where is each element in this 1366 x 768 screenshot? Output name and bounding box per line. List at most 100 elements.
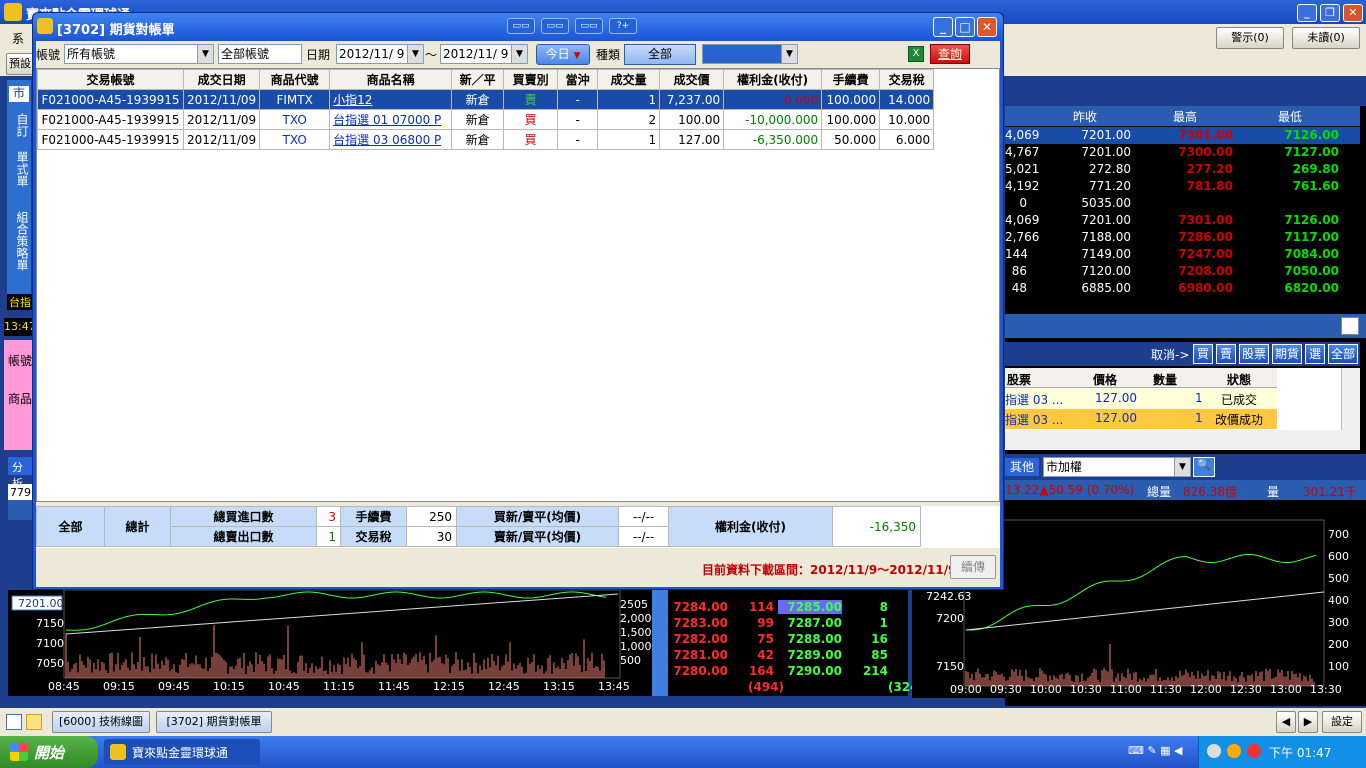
close-icon[interactable]: ✕ (1343, 4, 1363, 22)
continue-button[interactable]: 續傳 (950, 555, 996, 579)
depth-bid: 7280.00 (673, 664, 728, 678)
tab-taiex[interactable]: 台指 (7, 294, 32, 310)
minimize-icon[interactable]: _ (933, 17, 953, 37)
order-filter-button[interactable]: 期貨 (1272, 344, 1302, 364)
quote-row[interactable]: 4,069 7201.00 7301.00 7126.00 (1005, 212, 1360, 229)
col-header[interactable]: 交易帳號 (37, 69, 184, 90)
cell-name[interactable]: 台指選 01 07000 P (329, 109, 453, 130)
quote-row[interactable]: 48 6885.00 6980.00 6820.00 (1005, 280, 1360, 297)
table-row[interactable]: F021000-A45-1939915 2012/11/09 TXO 台指選 03 0… (37, 129, 935, 150)
start-button[interactable]: 開始 (0, 736, 98, 768)
col-header[interactable]: 新／平 (451, 69, 505, 90)
tile-icon[interactable]: ▭▭ (541, 18, 569, 34)
window-titlebar[interactable]: [3702] 期貨對帳單 ▭▭ ▭▭ ▭▭ ?+ _ □ ✕ (33, 13, 1003, 41)
cell-name[interactable]: 小指12 (329, 89, 453, 110)
quote-row[interactable]: 86 7120.00 7208.00 7050.00 (1005, 263, 1360, 280)
link-icon[interactable]: ▭▭ (575, 18, 603, 34)
layout-icon[interactable]: ▭▭ (507, 18, 535, 34)
quote-row[interactable]: 5,021 272.80 277.20 269.80 (1005, 161, 1360, 178)
cell-side: 買 (503, 109, 559, 130)
nav-single[interactable]: 單式單 (9, 146, 29, 192)
unread-button[interactable]: 未讀(0) (1292, 27, 1360, 49)
col-header[interactable]: 買賣別 (503, 69, 559, 90)
nav-combo[interactable]: 組合策略單 (9, 205, 29, 277)
nav-market[interactable]: 市 (9, 86, 29, 102)
quote-row[interactable]: 144 7149.00 7247.00 7084.00 (1005, 246, 1360, 263)
close-icon[interactable]: ✕ (977, 17, 997, 37)
index-select[interactable]: 市加權 ▼ (1043, 457, 1191, 477)
nav-custom[interactable]: 自訂 (9, 110, 29, 140)
col-header[interactable]: 商品代號 (259, 69, 331, 90)
order-filter-button[interactable]: 全部 (1328, 344, 1358, 364)
volume-tick: 1,000 (620, 640, 652, 653)
col-header[interactable]: 成交量 (597, 69, 661, 90)
date-from-select[interactable]: 2012/11/ 9 ▼ (336, 44, 424, 64)
depth-scrollbar[interactable] (652, 590, 668, 696)
col-header[interactable]: 成交日期 (182, 69, 261, 90)
col-header[interactable]: 交易稅 (879, 69, 935, 90)
query-button[interactable]: 查詢 (930, 44, 970, 64)
taskbar-app-item[interactable]: 寶來點金靈環球通 (104, 739, 260, 765)
volume-icon[interactable] (1207, 744, 1221, 758)
folder-icon[interactable] (26, 714, 42, 730)
quote-row[interactable]: 4,192 771.20 781.80 761.60 (1005, 178, 1360, 195)
col-header[interactable]: 手續費 (821, 69, 881, 90)
cell-name[interactable]: 台指選 03 06800 P (329, 129, 453, 150)
col-header[interactable]: 權利金(收付) (723, 69, 823, 90)
cell-date: 2012/11/09 (182, 89, 261, 110)
today-button[interactable]: 今日 ▼ (536, 44, 590, 65)
date-to-select[interactable]: 2012/11/ 9 ▼ (440, 44, 528, 64)
y-tick: 7150 (936, 660, 964, 673)
maximize-icon[interactable]: □ (955, 17, 975, 37)
download-range-text: 目前資料下載區間：2012/11/9～2012/11/9 (702, 563, 957, 577)
help-icon[interactable]: ?+ (609, 18, 637, 34)
order-filter-button[interactable]: 股票 (1239, 344, 1269, 364)
order-hscroll[interactable] (1005, 430, 1360, 450)
window-list-icon[interactable] (6, 714, 22, 730)
menu-item-system[interactable]: 系 (12, 30, 24, 47)
volume-tick: 500 (1328, 572, 1349, 585)
type-select[interactable]: ▼ (702, 44, 798, 64)
col-status: 狀態 (1227, 373, 1252, 387)
type-all-button[interactable]: 全部 (624, 44, 696, 65)
analysis-tab[interactable]: 分析 (8, 457, 32, 490)
order-filter-button[interactable]: 買 (1193, 344, 1213, 364)
quote-row[interactable]: 4,767 7201.00 7300.00 7127.00 (1005, 144, 1360, 161)
tab-futures-statement[interactable]: [3702] 期貨對帳單 (156, 711, 272, 733)
futures-statement-window: [3702] 期貨對帳單 ▭▭ ▭▭ ▭▭ ?+ _ □ ✕ 帳號 所有帳號 ▼ … (32, 12, 1004, 590)
cell-tax: 6.000 (879, 129, 935, 150)
x-tick: 10:30 (1070, 683, 1102, 696)
network-icon[interactable] (1227, 744, 1241, 758)
account-all-field[interactable]: 全部帳號 (218, 44, 302, 64)
order-scrollbar[interactable] (1341, 368, 1360, 430)
order-row[interactable]: 指選 03 ... 127.00 1 改價成功 (1005, 409, 1277, 429)
table-row[interactable]: F021000-A45-1939915 2012/11/09 FIMTX 小指12 新倉… (37, 89, 935, 110)
scroll-right-icon[interactable]: ▶ (1298, 711, 1318, 733)
minimize-icon[interactable]: _ (1297, 4, 1317, 22)
order-row[interactable]: 指選 03 ... 127.00 1 已成交 (1005, 389, 1277, 409)
alert-button[interactable]: 警示(0) (1216, 27, 1284, 49)
tab-tech-chart[interactable]: [6000] 技術線圖 (52, 711, 150, 733)
order-filter-button[interactable]: 賣 (1216, 344, 1236, 364)
quote-row[interactable]: 4,069 7201.00 7301.00 7126.00 (1005, 127, 1360, 144)
col-header[interactable]: 商品名稱 (329, 69, 453, 90)
restore-icon[interactable]: ❐ (1320, 4, 1340, 22)
account-select[interactable]: 所有帳號 ▼ (64, 44, 214, 64)
settings-button[interactable]: 設定 (1322, 711, 1362, 733)
table-row[interactable]: F021000-A45-1939915 2012/11/09 TXO 台指選 01 0… (37, 109, 935, 130)
quote-row[interactable]: 0 5035.00 (1005, 195, 1360, 212)
cell-code: TXO (259, 129, 331, 150)
search-icon[interactable]: 🔍 (1193, 457, 1215, 477)
col-header[interactable]: 成交價 (659, 69, 725, 90)
maximize-icon[interactable] (1341, 317, 1359, 335)
x-tick: 10:45 (268, 680, 300, 693)
quote-row[interactable]: 2,766 7188.00 7286.00 7117.00 (1005, 229, 1360, 246)
excel-export-icon[interactable]: X (908, 46, 924, 62)
other-tab[interactable]: 其他 (1005, 458, 1039, 476)
quote-high: 7301.00 (1178, 128, 1233, 142)
security-icon[interactable] (1247, 744, 1261, 758)
scroll-left-icon[interactable]: ◀ (1276, 711, 1296, 733)
col-header[interactable]: 當沖 (557, 69, 599, 90)
order-filter-button[interactable]: 選 (1305, 344, 1325, 364)
preset-button[interactable]: 預設 (6, 53, 34, 75)
